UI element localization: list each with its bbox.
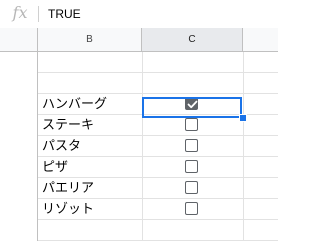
checkbox-unchecked[interactable] xyxy=(185,139,198,152)
column-header-d[interactable] xyxy=(243,28,278,52)
formula-bar-divider xyxy=(38,6,39,22)
checkbox-unchecked[interactable] xyxy=(185,202,198,215)
checkbox-unchecked[interactable] xyxy=(185,160,198,173)
cell-b[interactable]: リゾット xyxy=(42,201,94,219)
row-header[interactable] xyxy=(0,115,38,136)
row-header[interactable] xyxy=(0,94,38,115)
column-header-b[interactable]: B xyxy=(38,28,142,52)
table-row xyxy=(0,73,278,94)
table-row: パスタ xyxy=(0,136,278,157)
row-header[interactable] xyxy=(0,220,38,241)
row-header[interactable] xyxy=(0,157,38,178)
cell-b[interactable]: ハンバーグ xyxy=(42,96,107,114)
row-header[interactable] xyxy=(0,73,38,94)
checkbox-unchecked[interactable] xyxy=(185,181,198,194)
checkbox-checked[interactable] xyxy=(185,97,198,110)
table-row xyxy=(0,52,278,73)
spreadsheet-grid[interactable]: B C ハンバーグステーキパスタピザパエリアリゾット xyxy=(0,28,278,241)
table-row: ハンバーグ xyxy=(0,94,278,115)
cell-b[interactable]: パエリア xyxy=(42,180,94,198)
fill-handle[interactable] xyxy=(239,114,247,122)
table-row: ピザ xyxy=(0,157,278,178)
table-row: パエリア xyxy=(0,178,278,199)
checkbox-unchecked[interactable] xyxy=(185,118,198,131)
select-all-corner[interactable] xyxy=(0,28,38,52)
checkmark-icon xyxy=(187,100,198,109)
formula-input[interactable]: TRUE xyxy=(48,7,81,21)
cell-b[interactable]: パスタ xyxy=(42,138,81,156)
column-header-c[interactable]: C xyxy=(142,28,243,52)
row-header[interactable] xyxy=(0,136,38,157)
formula-bar: fx TRUE xyxy=(0,0,278,29)
table-row: ステーキ xyxy=(0,115,278,136)
table-row: リゾット xyxy=(0,199,278,220)
row-header[interactable] xyxy=(0,199,38,220)
row-header[interactable] xyxy=(0,52,38,73)
table-row xyxy=(0,220,278,241)
cell-b[interactable]: ステーキ xyxy=(42,117,94,135)
cell-b[interactable]: ピザ xyxy=(42,159,68,177)
fx-icon: fx xyxy=(12,3,28,22)
row-header[interactable] xyxy=(0,178,38,199)
